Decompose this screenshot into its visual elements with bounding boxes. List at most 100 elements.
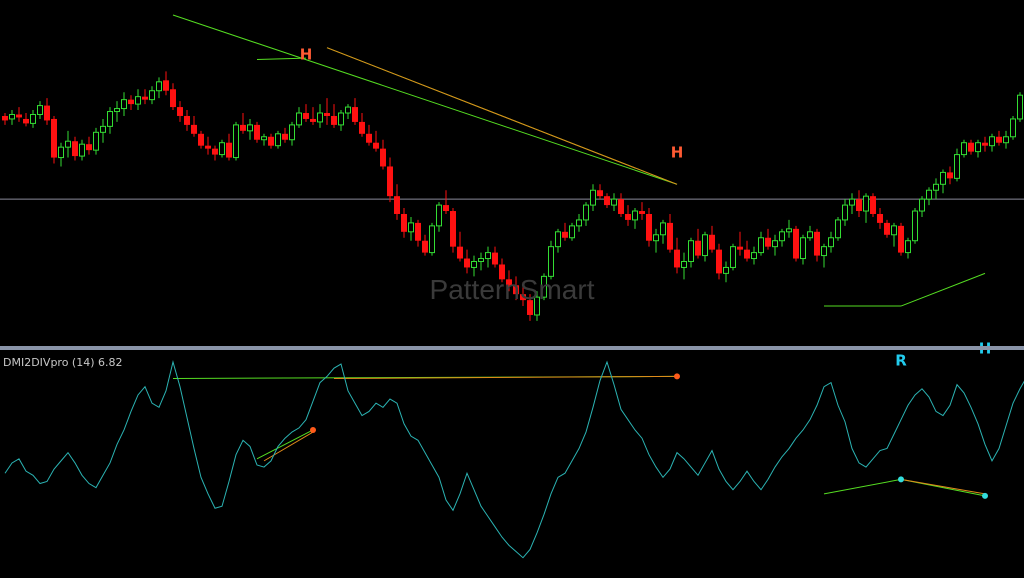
candle-body <box>695 240 701 256</box>
candle-body <box>373 142 379 149</box>
candle-body <box>478 258 484 263</box>
candle <box>51 115 57 164</box>
candle-body <box>786 228 792 233</box>
candle-body <box>961 142 967 156</box>
candle-body <box>212 148 218 155</box>
candle-body <box>926 189 932 200</box>
candle-body <box>219 142 225 156</box>
candle-body <box>324 113 330 116</box>
candle-body <box>646 213 652 241</box>
candle-body <box>597 190 603 197</box>
candle-body <box>968 142 974 152</box>
candle-body <box>9 113 15 120</box>
candle <box>254 121 260 143</box>
candle-body <box>247 124 253 132</box>
candle-body <box>723 266 729 274</box>
candle-body <box>940 171 946 185</box>
candle <box>275 130 281 149</box>
candle-body <box>814 231 820 256</box>
panel-separator[interactable] <box>0 346 1024 350</box>
candle-body <box>772 240 778 248</box>
candle-body <box>653 234 659 242</box>
candle-body <box>933 183 939 191</box>
candle-body <box>422 240 428 253</box>
candle-body <box>765 237 771 247</box>
candle-body <box>688 240 694 263</box>
candle-body <box>758 237 764 254</box>
candle-body <box>387 166 393 197</box>
candle-body <box>394 196 400 214</box>
candle-body <box>331 115 337 125</box>
candle-body <box>800 237 806 260</box>
candle-body <box>443 205 449 212</box>
candle-body <box>352 107 358 122</box>
candle-body <box>16 114 22 118</box>
candle <box>450 208 456 253</box>
candle-body <box>891 225 897 236</box>
candle-body <box>737 246 743 250</box>
candle-body <box>828 237 834 248</box>
candle <box>93 127 99 155</box>
candle-body <box>135 96 141 105</box>
candle-body <box>471 261 477 268</box>
candle-body <box>681 261 687 268</box>
candle-body <box>492 252 498 265</box>
candle-body <box>2 115 8 121</box>
candle-body <box>338 112 344 126</box>
candle-body <box>919 198 925 212</box>
candle-body <box>184 115 190 125</box>
candle-body <box>93 131 99 151</box>
candle <box>1010 115 1016 140</box>
candle-body <box>1017 94 1023 120</box>
candle-body <box>345 106 351 114</box>
candle-body <box>583 204 589 221</box>
candle-body <box>751 252 757 260</box>
candle <box>219 139 225 158</box>
candle-body <box>37 105 43 115</box>
candle-body <box>156 81 162 92</box>
candle-body <box>65 140 71 148</box>
candle-body <box>674 249 680 268</box>
candle-body <box>569 225 575 239</box>
candle-body <box>58 146 64 159</box>
chart-canvas: HHRH PatternSmart DMI2DIVpro (14) 6.82 <box>0 0 1024 578</box>
candle-body <box>436 204 442 227</box>
indicator-dot <box>982 492 988 499</box>
candle-body <box>1003 136 1009 144</box>
candle-body <box>996 136 1002 143</box>
indicator-dot <box>674 373 680 380</box>
candle-body <box>44 105 50 121</box>
candle <box>912 208 918 244</box>
candle-body <box>905 240 911 254</box>
candle-body <box>72 141 78 157</box>
candle-body <box>107 111 113 127</box>
candle-body <box>240 124 246 131</box>
candle-body <box>548 246 554 277</box>
candle-body <box>408 222 414 233</box>
candle-body <box>842 204 848 221</box>
candle-body <box>562 231 568 238</box>
candle-body <box>114 108 120 113</box>
candle-body <box>898 225 904 253</box>
candle-body <box>835 219 841 239</box>
candle-body <box>982 142 988 146</box>
candle-body <box>23 118 29 124</box>
candle-body <box>233 124 239 159</box>
candle <box>793 225 799 262</box>
candle-body <box>912 210 918 242</box>
candle-body <box>709 234 715 250</box>
candle-body <box>100 125 106 133</box>
candle-body <box>366 133 372 143</box>
candle-body <box>401 213 407 232</box>
candle-body <box>793 228 799 259</box>
candle-body <box>86 144 92 151</box>
candle-body <box>856 199 862 212</box>
candle-body <box>142 96 148 100</box>
candle-body <box>359 121 365 134</box>
candle-body <box>170 89 176 108</box>
candle-body <box>226 142 232 158</box>
pattern-label: R <box>895 351 907 369</box>
candle-body <box>849 198 855 206</box>
candle <box>961 139 967 158</box>
candle-body <box>744 249 750 259</box>
